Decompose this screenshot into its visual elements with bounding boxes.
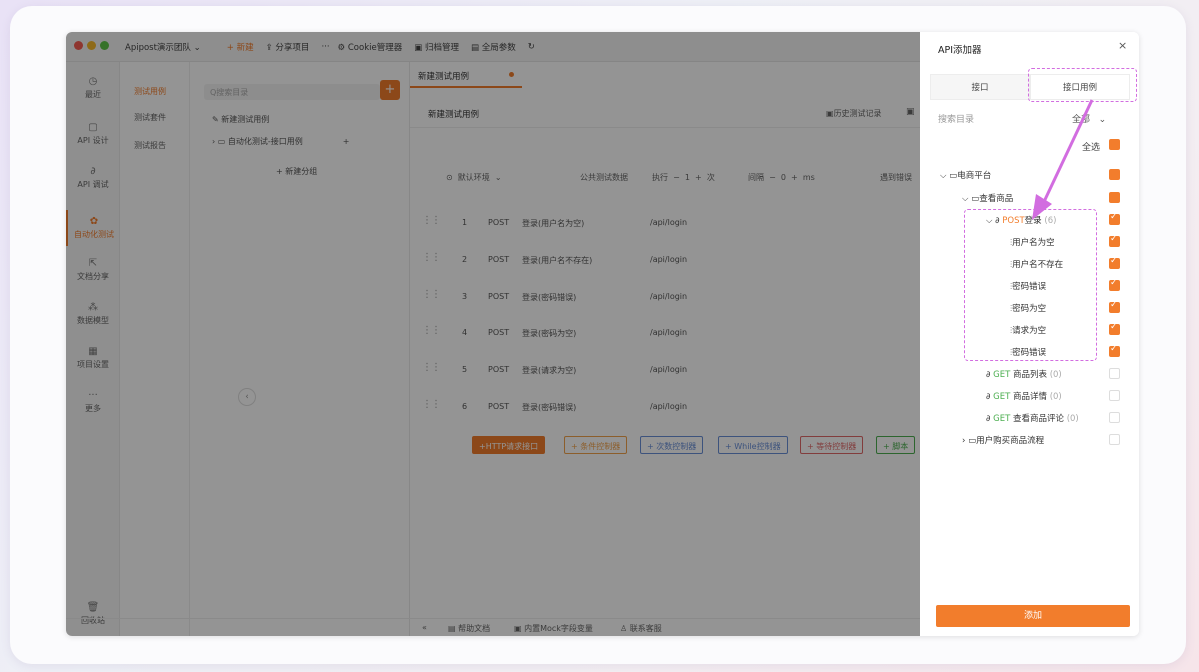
checkbox-root[interactable] (1109, 169, 1120, 180)
modal-overlay[interactable] (66, 32, 920, 636)
list-item[interactable]: ∂ GET 查看商品评论 (0) (986, 412, 1079, 424)
app-window: Apipost演示团队 ⌄ + 新建 ⇪ 分享项目 ··· ⚙ Cookie管理… (66, 32, 1139, 636)
checkbox-api[interactable] (1109, 390, 1120, 401)
panel-search-input[interactable]: 搜索目录 (938, 112, 974, 125)
highlight-cases-box (964, 209, 1097, 361)
panel-title: API添加器 (938, 45, 982, 56)
tree-root[interactable]: ⌵ ▭电商平台 (940, 169, 991, 181)
api-adder-panel: API添加器 × 接口 接口用例 搜索目录 全部 ⌄ 全选 ⌵ ▭电商平台 ⌵ … (920, 32, 1139, 636)
checkbox-api[interactable] (1109, 412, 1120, 423)
tab-api[interactable]: 接口 (930, 74, 1030, 100)
add-button[interactable]: 添加 (936, 605, 1130, 627)
tree-folder-purchase[interactable]: › ▭用户购买商品流程 (962, 434, 1044, 446)
checkbox-case[interactable] (1109, 278, 1120, 291)
checkbox-case[interactable] (1109, 322, 1120, 335)
checkbox-login[interactable] (1109, 212, 1120, 225)
select-all-checkbox[interactable] (1109, 139, 1120, 150)
close-icon[interactable]: × (1118, 39, 1127, 52)
main-area: Apipost演示团队 ⌄ + 新建 ⇪ 分享项目 ··· ⚙ Cookie管理… (66, 32, 920, 636)
annotation-arrow-icon (1032, 99, 1094, 220)
list-item[interactable]: ∂ GET 商品列表 (0) (986, 368, 1062, 380)
checkbox-case[interactable] (1109, 234, 1120, 247)
checkbox-case[interactable] (1109, 344, 1120, 357)
checkbox-folder[interactable] (1109, 434, 1120, 445)
checkbox-case[interactable] (1109, 256, 1120, 269)
tree-group[interactable]: ⌵ ▭查看商品 (962, 192, 1013, 204)
checkbox-group[interactable] (1109, 192, 1120, 203)
list-item[interactable]: ∂ GET 商品详情 (0) (986, 390, 1062, 402)
checkbox-case[interactable] (1109, 300, 1120, 313)
checkbox-api[interactable] (1109, 368, 1120, 379)
